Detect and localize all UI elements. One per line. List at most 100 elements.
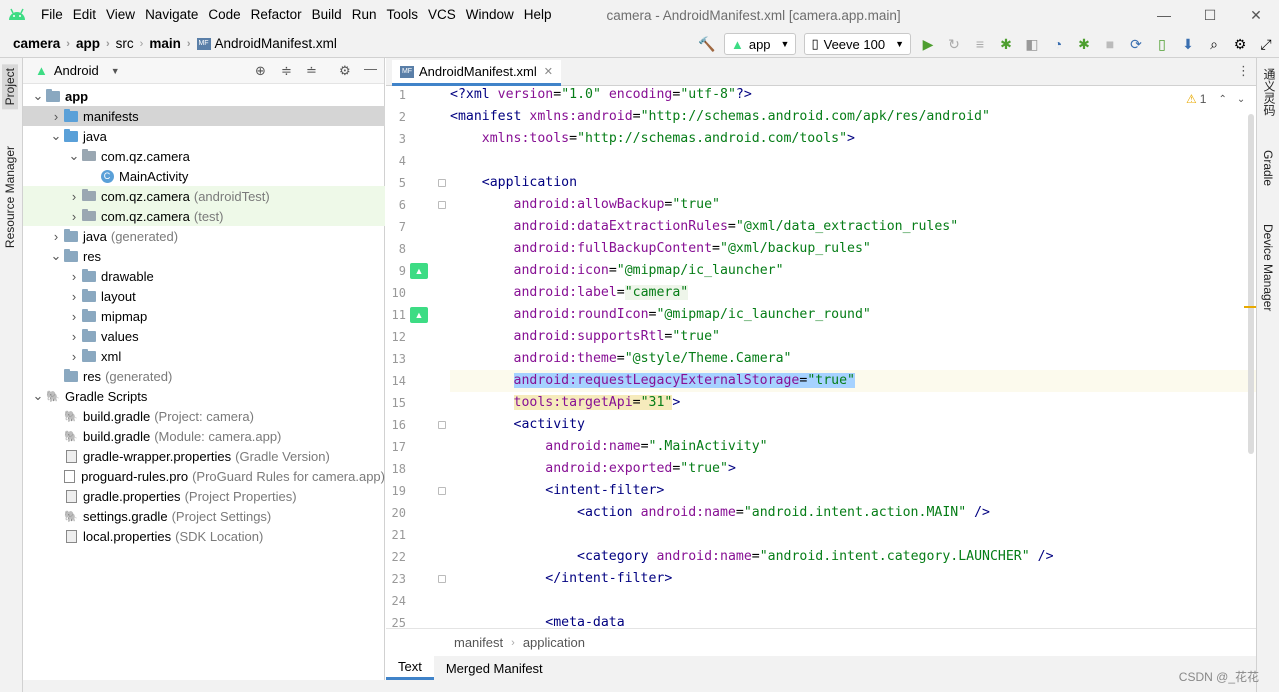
menu-tools[interactable]: Tools — [381, 0, 423, 30]
inspection-widget[interactable]: ⚠ 1 ⌃ ⌄ — [1186, 92, 1245, 106]
code-line[interactable]: <intent-filter> — [450, 480, 664, 502]
tree-item[interactable]: gradle.properties (Project Properties) — [23, 486, 385, 506]
tree-item[interactable]: › java (generated) — [23, 226, 385, 246]
code-line[interactable]: android:label="camera" — [450, 282, 689, 304]
code-line[interactable]: android:roundIcon="@mipmap/ic_launcher_r… — [450, 304, 871, 326]
tree-item[interactable]: ⌄ 🐘 Gradle Scripts — [23, 386, 385, 406]
fold-marker-icon[interactable] — [438, 487, 446, 495]
code-line[interactable]: </intent-filter> — [450, 568, 672, 590]
view-mode-selector[interactable]: Android — [54, 63, 99, 78]
profile-icon[interactable]: ◔ — [1046, 32, 1070, 56]
chevron-right-icon[interactable]: › — [49, 109, 63, 124]
launcher-icon-preview[interactable]: ▲ — [410, 307, 428, 323]
tree-item[interactable]: 🐘 build.gradle (Project: camera) — [23, 406, 385, 426]
tree-item[interactable]: 🐘 settings.gradle (Project Settings) — [23, 506, 385, 526]
code-line[interactable]: <application — [450, 172, 577, 194]
fold-marker-icon[interactable] — [438, 421, 446, 429]
gear-icon[interactable]: ⚙ — [339, 63, 351, 79]
chevron-right-icon[interactable]: › — [67, 289, 81, 304]
resource-manager-tab[interactable]: Resource Manager — [2, 142, 18, 252]
breadcrumb-item[interactable]: main › — [143, 36, 190, 51]
collapse-all-icon[interactable]: ≐ — [306, 63, 317, 79]
tree-item[interactable]: › values — [23, 326, 385, 346]
code-line[interactable]: xmlns:tools="http://schemas.android.com/… — [450, 128, 855, 150]
debug-icon[interactable]: ✱ — [994, 32, 1018, 56]
device-manager-icon[interactable]: ▯ — [1150, 32, 1174, 56]
code-line[interactable]: android:supportsRtl="true" — [450, 326, 720, 348]
code-line[interactable]: android:requestLegacyExternalStorage="tr… — [450, 370, 1256, 392]
breadcrumb-application[interactable]: application — [523, 635, 585, 650]
chevron-down-icon[interactable]: ⌄ — [31, 88, 45, 104]
tree-item[interactable]: proguard-rules.pro (ProGuard Rules for ca… — [23, 466, 385, 486]
project-tool-tab[interactable]: Project — [2, 64, 18, 110]
chevron-right-icon[interactable]: › — [67, 349, 81, 364]
code-line[interactable]: <meta-data — [450, 612, 624, 626]
tree-item[interactable]: local.properties (SDK Location) — [23, 526, 385, 546]
attach-debugger-icon[interactable]: ◧ — [1020, 32, 1044, 56]
tree-item[interactable]: › drawable — [23, 266, 385, 286]
gear-icon[interactable]: ⚙ — [1228, 32, 1252, 56]
chevron-up-icon[interactable]: ⌃ — [1218, 94, 1226, 105]
menu-code[interactable]: Code — [203, 0, 245, 30]
code-line[interactable]: android:dataExtractionRules="@xml/data_e… — [450, 216, 959, 238]
code-line[interactable]: android:name=".MainActivity" — [450, 436, 767, 458]
sdk-manager-icon[interactable]: ⬇ — [1176, 32, 1200, 56]
breadcrumb-item[interactable]: app › — [70, 36, 110, 51]
chevron-down-icon[interactable]: ⌄ — [67, 148, 81, 164]
code-line[interactable]: android:allowBackup="true" — [450, 194, 720, 216]
hammer-icon[interactable]: 🔨 — [695, 32, 719, 56]
code-line[interactable]: android:icon="@mipmap/ic_launcher" — [450, 260, 784, 282]
chevron-down-icon[interactable]: ⌄ — [31, 388, 45, 404]
tree-item[interactable]: C MainActivity — [23, 166, 385, 186]
device-dropdown[interactable]: ▯ Veeve 100 ▼ — [804, 33, 911, 55]
chevron-down-icon[interactable]: ⌄ — [49, 128, 63, 144]
close-button[interactable]: ✕ — [1233, 0, 1279, 30]
chevron-down-icon[interactable]: ⌄ — [1237, 94, 1245, 105]
code-line[interactable]: <action android:name="android.intent.act… — [450, 502, 990, 524]
code-editor[interactable]: <?xml version="1.0" encoding="utf-8"?> <m… — [446, 86, 1256, 626]
expand-icon[interactable]: ⤢ — [1254, 32, 1278, 56]
more-icon[interactable]: ⋮ — [1237, 63, 1250, 79]
breadcrumb-item[interactable]: src › — [110, 36, 144, 51]
scrollbar[interactable] — [1248, 114, 1254, 454]
tab-merged-manifest[interactable]: Merged Manifest — [434, 656, 555, 680]
chevron-right-icon[interactable]: › — [67, 209, 81, 224]
menu-run[interactable]: Run — [347, 0, 382, 30]
translate-tool-tab[interactable]: 通义灵码 — [1261, 68, 1278, 116]
apply-changes-icon[interactable]: ↻ — [942, 32, 966, 56]
menu-window[interactable]: Window — [461, 0, 519, 30]
tree-item[interactable]: res (generated) — [23, 366, 385, 386]
menu-view[interactable]: View — [101, 0, 140, 30]
hide-panel-icon[interactable]: — — [364, 61, 377, 76]
tree-item[interactable]: ⌄ res — [23, 246, 385, 266]
chevron-right-icon[interactable]: › — [67, 309, 81, 324]
tree-item[interactable]: › mipmap — [23, 306, 385, 326]
minimize-button[interactable]: — — [1141, 0, 1187, 30]
tree-item[interactable]: › com.qz.camera (test) — [23, 206, 385, 226]
breadcrumb-item[interactable]: camera › — [7, 36, 70, 51]
device-manager-tool-tab[interactable]: Device Manager — [1261, 224, 1275, 311]
run-config-dropdown[interactable]: ▲ app ▼ — [723, 33, 797, 55]
chevron-right-icon[interactable]: › — [67, 189, 81, 204]
menu-vcs[interactable]: VCS — [423, 0, 461, 30]
run-icon[interactable]: ▶ — [916, 32, 940, 56]
code-line[interactable]: <?xml version="1.0" encoding="utf-8"?> — [450, 86, 752, 106]
tree-item[interactable]: › com.qz.camera (androidTest) — [23, 186, 385, 206]
close-icon[interactable]: ✕ — [544, 65, 553, 78]
fold-marker-icon[interactable] — [438, 179, 446, 187]
code-line[interactable]: android:exported="true"> — [450, 458, 736, 480]
menu-build[interactable]: Build — [307, 0, 347, 30]
tree-item[interactable]: 🐘 build.gradle (Module: camera.app) — [23, 426, 385, 446]
tree-item[interactable]: ⌄ app — [23, 86, 385, 106]
code-line[interactable]: <category android:name="android.intent.c… — [450, 546, 1053, 568]
tree-item[interactable]: ⌄ com.qz.camera — [23, 146, 385, 166]
tree-item[interactable]: › manifests — [23, 106, 385, 126]
attach-icon[interactable]: ✱ — [1072, 32, 1096, 56]
gradle-tool-tab[interactable]: Gradle — [1261, 150, 1275, 186]
fold-marker-icon[interactable] — [438, 201, 446, 209]
code-line[interactable]: android:theme="@style/Theme.Camera" — [450, 348, 792, 370]
chevron-down-icon[interactable]: ▼ — [111, 66, 120, 76]
code-line[interactable]: android:fullBackupContent="@xml/backup_r… — [450, 238, 871, 260]
stop-icon[interactable]: ■ — [1098, 32, 1122, 56]
menu-help[interactable]: Help — [519, 0, 557, 30]
